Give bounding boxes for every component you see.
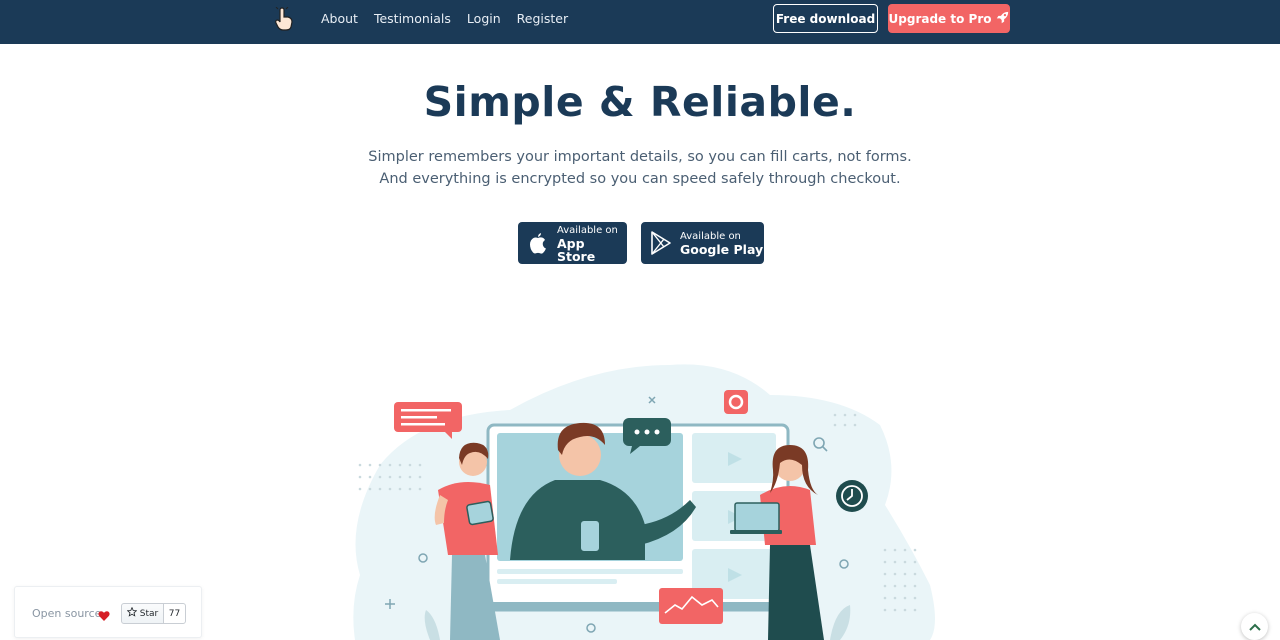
chevron-up-icon xyxy=(1248,617,1261,636)
google-play-icon xyxy=(650,231,672,255)
rocket-icon xyxy=(996,11,1009,27)
hero-illustration xyxy=(340,355,960,640)
star-icon xyxy=(126,606,138,620)
google-play-big-text: Google Play xyxy=(680,242,764,257)
nav-testimonials-link[interactable]: Testimonials xyxy=(374,11,451,26)
github-star-button[interactable]: Star xyxy=(121,603,164,624)
hero-title: Simple & Reliable. xyxy=(423,78,857,126)
heart-icon xyxy=(98,607,110,621)
upgrade-label: Upgrade to Pro xyxy=(888,11,992,26)
google-play-button[interactable]: Available on Google Play xyxy=(641,222,764,264)
app-store-small-text: Available on xyxy=(556,224,618,236)
github-star-count[interactable]: 77 xyxy=(163,603,186,624)
apple-icon xyxy=(527,231,549,255)
scroll-to-top-button[interactable] xyxy=(1241,613,1268,640)
star-label: Star xyxy=(139,608,159,619)
app-store-button[interactable]: Available on App Store xyxy=(518,222,627,264)
app-store-big-text: App Store xyxy=(556,235,596,264)
hand-pointer-icon[interactable] xyxy=(272,6,296,32)
nav-register-link[interactable]: Register xyxy=(517,11,568,26)
nav-login-link[interactable]: Login xyxy=(467,11,501,26)
open-source-box: Open source Star 77 xyxy=(14,586,202,638)
nav-links: About Testimonials Login Register xyxy=(321,0,584,36)
open-source-label: Open source xyxy=(32,607,102,620)
free-download-button[interactable]: Free download xyxy=(773,4,878,33)
upgrade-to-pro-button[interactable]: Upgrade to Pro xyxy=(888,4,1010,33)
navbar: About Testimonials Login Register Free d… xyxy=(0,0,1280,44)
hero-subtitle: Simpler remembers your important details… xyxy=(368,149,912,187)
nav-about-link[interactable]: About xyxy=(321,11,358,26)
